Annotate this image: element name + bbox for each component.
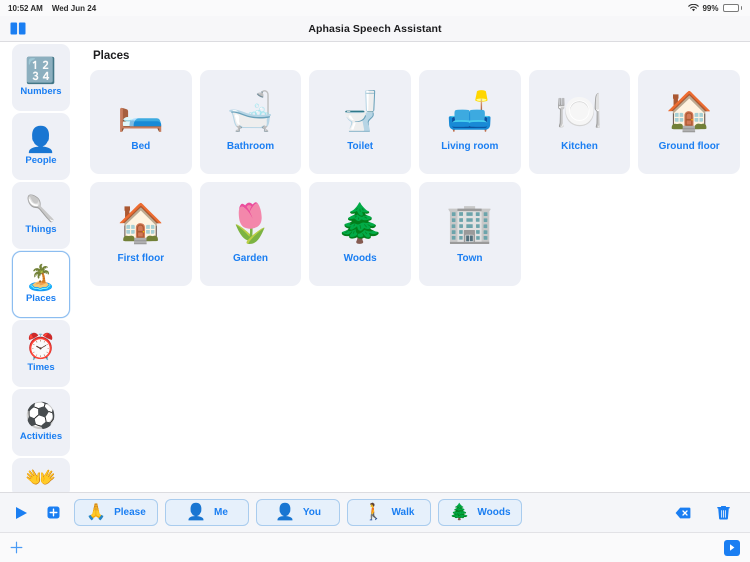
sidebar-item-label: Numbers xyxy=(20,85,62,97)
battery-percent: 99% xyxy=(702,3,719,13)
place-card-label: Garden xyxy=(232,252,268,264)
place-card-living-room[interactable]: 🛋️ Living room xyxy=(418,70,521,174)
bed-icon: 🛏️ xyxy=(117,90,165,133)
status-date: Wed Jun 24 xyxy=(51,3,97,13)
walking-person-icon: 🚶 xyxy=(363,503,384,521)
sidebar-item-more[interactable]: 👐 xyxy=(12,458,70,492)
place-card-label: Ground floor xyxy=(658,140,720,152)
toolbar-play-button[interactable] xyxy=(724,539,740,556)
sidebar-item-things[interactable]: 🥄 Things xyxy=(12,182,70,249)
person-icon: 👤 xyxy=(186,503,206,521)
plus-icon xyxy=(10,541,23,554)
place-card-label: Woods xyxy=(343,252,377,264)
place-card-bed[interactable]: 🛏️ Bed xyxy=(90,70,192,174)
person-icon: 👤 xyxy=(25,125,57,154)
spoon-icon: 🥄 xyxy=(25,194,57,223)
library-button[interactable] xyxy=(10,22,26,35)
sentence-chip-woods[interactable]: 🌲 Woods xyxy=(438,499,522,526)
sentence-bar: 🙏 Please 👤 Me 👤 You 🚶 Walk 🌲 Woods xyxy=(0,492,750,532)
sentence-chip-walk[interactable]: 🚶 Walk xyxy=(347,499,431,526)
backspace-button[interactable] xyxy=(672,501,694,525)
category-sidebar[interactable]: 🔢 Numbers 👤 People 🥄 Things 🏝️ Places ⏰ Times ⚽ Act… xyxy=(0,42,82,492)
alarm-clock-icon: ⏰ xyxy=(25,332,57,361)
soccer-ball-icon: ⚽ xyxy=(25,401,57,430)
place-card-woods[interactable]: 🌲 Woods xyxy=(309,182,411,286)
backspace-icon xyxy=(675,507,691,518)
house-icon: 🏠 xyxy=(665,90,713,133)
clear-sentence-button[interactable] xyxy=(712,501,734,525)
plus-square-icon xyxy=(47,506,59,519)
place-card-label: First floor xyxy=(117,252,165,264)
sidebar-item-label: People xyxy=(25,154,57,166)
category-panel: Places 🛏️ Bed 🛁 Bathroom 🚽 Toilet 🛋️ Living roo… xyxy=(82,42,750,492)
place-card-label: Town xyxy=(457,252,483,264)
place-card-label: Bathroom xyxy=(226,140,275,152)
sidebar-item-label: Times xyxy=(27,361,55,373)
fork-knife-plate-icon: 🍽️ xyxy=(555,90,604,133)
nav-bar: Aphasia Speech Assistant xyxy=(0,16,750,42)
places-card-grid: 🛏️ Bed 🛁 Bathroom 🚽 Toilet 🛋️ Living room 🍽️ Kitc… xyxy=(90,70,740,286)
sentence-chip-label: Walk xyxy=(391,507,415,518)
sidebar-item-activities[interactable]: ⚽ Activities xyxy=(12,389,70,456)
book-icon xyxy=(10,22,26,35)
sidebar-item-label: Things xyxy=(25,223,57,235)
sidebar-item-label: Places xyxy=(25,292,57,304)
content-area: 🔢 Numbers 👤 People 🥄 Things 🏝️ Places ⏰ Times ⚽ Act… xyxy=(0,42,750,492)
bathtub-icon: 🛁 xyxy=(226,90,275,133)
toolbar-add-button[interactable] xyxy=(10,541,23,554)
sentence-chip-list: 🙏 Please 👤 Me 👤 You 🚶 Walk 🌲 Woods xyxy=(74,499,662,526)
status-bar-left: 10:52 AM Wed Jun 24 xyxy=(8,4,96,13)
evergreen-tree-icon: 🌲 xyxy=(336,202,384,245)
sentence-chip-please[interactable]: 🙏 Please xyxy=(74,499,158,526)
sentence-chip-me[interactable]: 👤 Me xyxy=(165,499,249,526)
sentence-chip-label: Me xyxy=(214,507,228,518)
place-card-toilet[interactable]: 🚽 Toilet xyxy=(309,70,411,174)
house-icon: 🏠 xyxy=(117,202,165,245)
place-card-label: Bed xyxy=(131,140,151,152)
play-icon xyxy=(15,506,27,519)
sidebar-item-times[interactable]: ⏰ Times xyxy=(12,320,70,387)
status-bar: 10:52 AM Wed Jun 24 99% xyxy=(0,0,750,16)
page-title: Aphasia Speech Assistant xyxy=(308,22,442,35)
trash-icon xyxy=(716,506,730,520)
sidebar-item-people[interactable]: 👤 People xyxy=(12,113,70,180)
place-card-kitchen[interactable]: 🍽️ Kitchen xyxy=(528,70,631,174)
place-card-ground-floor[interactable]: 🏠 Ground floor xyxy=(638,70,740,174)
add-word-button[interactable] xyxy=(42,501,64,525)
sentence-chip-label: Woods xyxy=(477,507,511,518)
folded-hands-icon: 🙏 xyxy=(86,503,107,521)
sidebar-item-numbers[interactable]: 🔢 Numbers xyxy=(12,44,70,111)
place-card-first-floor[interactable]: 🏠 First floor xyxy=(90,182,192,286)
place-card-label: Living room xyxy=(441,140,499,152)
place-card-bathroom[interactable]: 🛁 Bathroom xyxy=(199,70,302,174)
island-icon: 🏝️ xyxy=(25,263,57,292)
person-icon: 👤 xyxy=(274,503,295,521)
place-card-garden[interactable]: 🌷 Garden xyxy=(199,182,302,286)
bottom-toolbar xyxy=(0,532,750,562)
sentence-bar-actions xyxy=(672,501,740,525)
status-bar-right: 99% xyxy=(688,4,742,13)
sentence-chip-label: Please xyxy=(114,507,146,518)
tulip-icon: 🌷 xyxy=(226,202,275,245)
status-time: 10:52 AM xyxy=(8,3,43,13)
place-card-label: Kitchen xyxy=(561,140,598,152)
sentence-chip-you[interactable]: 👤 You xyxy=(256,499,340,526)
place-card-label: Toilet xyxy=(347,140,374,152)
sidebar-item-places[interactable]: 🏝️ Places xyxy=(12,251,70,318)
battery-icon xyxy=(722,4,742,12)
play-filled-icon xyxy=(730,544,735,551)
couch-and-lamp-icon: 🛋️ xyxy=(446,90,494,133)
section-title: Places xyxy=(93,50,130,62)
wifi-icon xyxy=(688,4,700,12)
open-hands-icon: 👐 xyxy=(25,463,57,492)
place-card-town[interactable]: 🏢 Town xyxy=(418,182,521,286)
office-building-icon: 🏢 xyxy=(446,202,494,245)
numbers-icon: 🔢 xyxy=(25,56,57,85)
evergreen-tree-icon: 🌲 xyxy=(449,503,470,521)
app-screen: 10:52 AM Wed Jun 24 99% Aphasia Speech A… xyxy=(0,0,750,562)
toilet-icon: 🚽 xyxy=(336,90,384,133)
sidebar-item-label: Activities xyxy=(19,430,63,442)
sentence-chip-label: You xyxy=(302,507,322,518)
speak-sentence-button[interactable] xyxy=(10,501,32,525)
